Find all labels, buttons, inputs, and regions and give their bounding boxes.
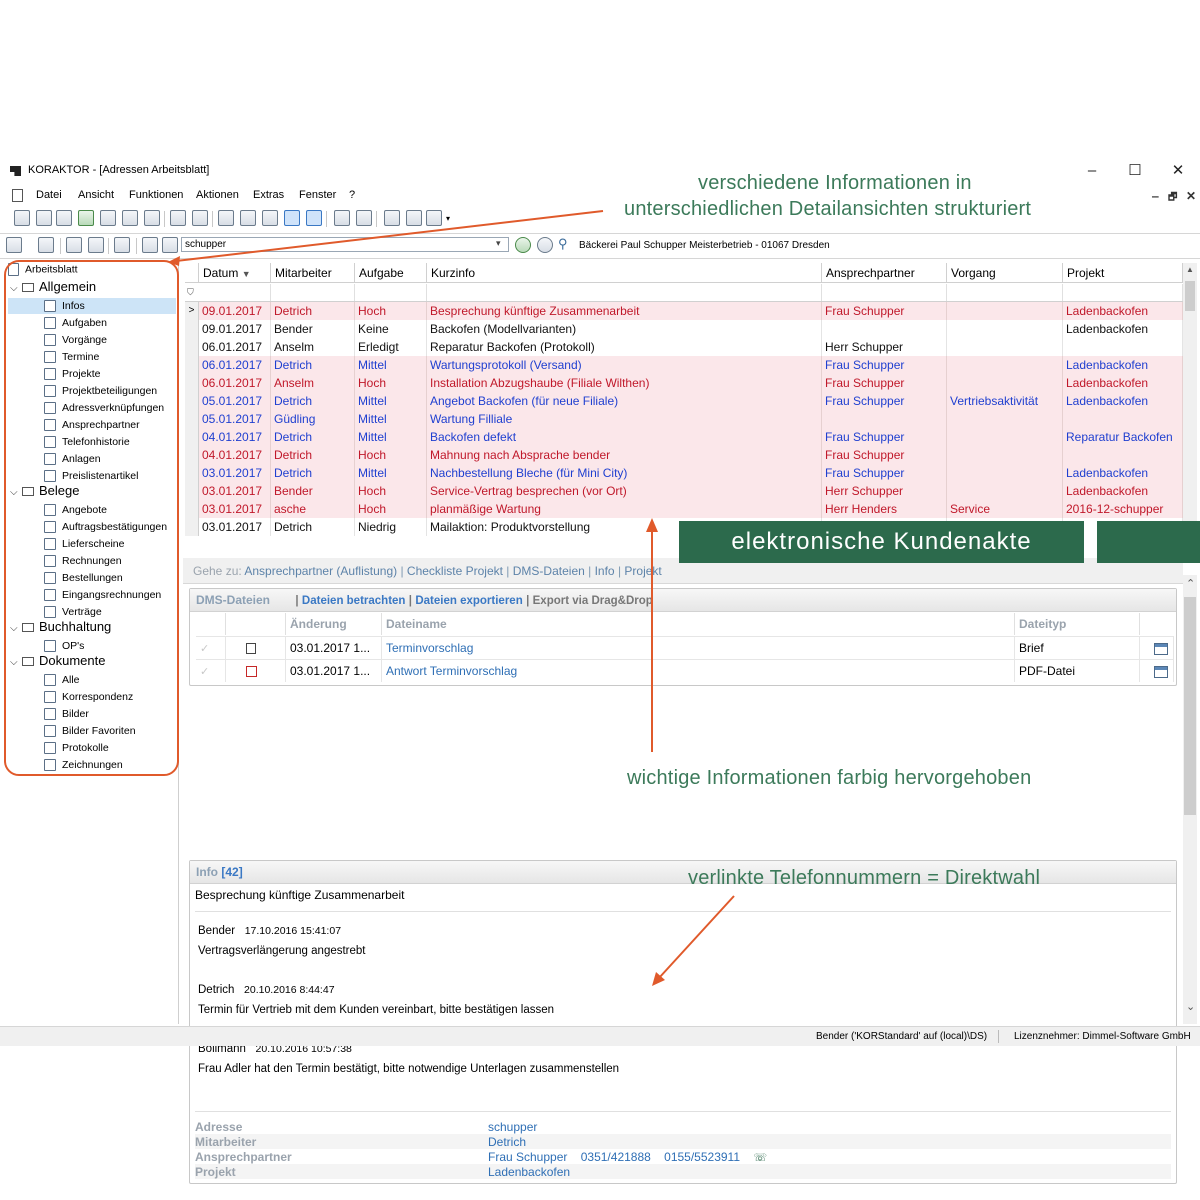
arrow-to-tree	[175, 210, 604, 262]
annotation-overlay	[4, 210, 735, 986]
tree-highlight-frame	[4, 260, 179, 776]
arrow-to-phone	[658, 895, 735, 979]
arrow-head-grid	[646, 518, 658, 532]
